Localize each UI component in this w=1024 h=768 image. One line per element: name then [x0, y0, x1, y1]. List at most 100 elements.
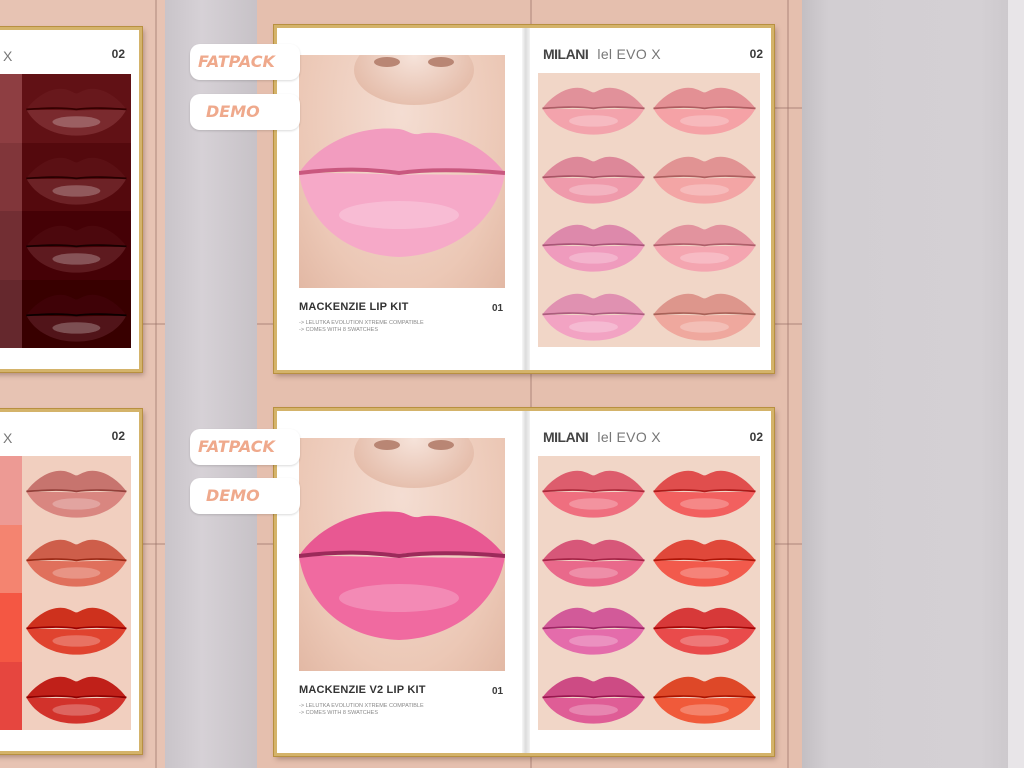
lip-swatch-icon [653, 470, 756, 518]
fatpack-tag-label: FATPACK [198, 52, 275, 71]
lip-swatch-icon [542, 156, 645, 204]
lip-swatch-icon [542, 539, 645, 587]
page-number-right: 02 [749, 430, 763, 444]
demo-tag-button[interactable]: DEMO [190, 94, 300, 130]
lip-swatch [538, 661, 649, 730]
lip-swatch [538, 278, 649, 347]
brand-tail: X [3, 430, 13, 446]
lip-swatch-icon [542, 607, 645, 655]
lip-swatch [22, 142, 131, 211]
brand-sep: lel [597, 46, 613, 62]
note-line: -> LELUTKA EVOLUTION XTREME COMPATIBLE [299, 320, 424, 326]
fatpack-tag-button[interactable]: FATPACK [190, 44, 300, 80]
page-number-left: 01 [492, 686, 504, 697]
lip-swatch [22, 593, 131, 662]
lip-swatch-cut [0, 456, 23, 525]
brand-line: EVO X [616, 46, 661, 62]
product-title: MACKENZIE LIP KIT [299, 301, 409, 313]
lip-swatch-icon [653, 224, 756, 272]
brand-line: EVO X [616, 429, 661, 445]
lip-swatch [538, 210, 649, 279]
lip-swatch-icon [542, 224, 645, 272]
board-spine [522, 28, 530, 370]
demo-tag-label: DEMO [206, 486, 260, 505]
lip-swatch-icon [26, 157, 127, 205]
product-notes: -> LELUTKA EVOLUTION XTREME COMPATIBLE -… [299, 320, 424, 334]
lip-swatch [649, 593, 760, 662]
lip-swatch [538, 456, 649, 525]
lip-swatch [649, 278, 760, 347]
lip-swatch-cut [0, 279, 23, 348]
lip-swatch [538, 141, 649, 210]
lip-swatch [649, 661, 760, 730]
lip-swatch-cut [0, 74, 23, 143]
lip-swatch-icon [653, 156, 756, 204]
page-number-left: 01 [492, 303, 504, 314]
lip-swatch-icon [653, 293, 756, 341]
lip-swatch [22, 279, 131, 348]
product-title: MACKENZIE V2 LIP KIT [299, 684, 426, 696]
page-number-right: 02 [749, 47, 763, 61]
swatch-grid [0, 456, 131, 730]
swatch-grid [538, 456, 760, 730]
note-line: -> COMES WITH 8 SWATCHES [299, 710, 378, 716]
hero-lip-icon [299, 128, 505, 257]
lip-swatch [22, 211, 131, 280]
lip-swatch-icon [26, 539, 127, 587]
vendor-board-partial-top[interactable]: 02 X [0, 27, 142, 372]
vendor-board-mackenzie[interactable]: MACKENZIE LIP KIT 01 -> LELUTKA EVOLUTIO… [274, 25, 774, 373]
fatpack-tag-label: FATPACK [198, 437, 275, 456]
lip-swatch [649, 73, 760, 142]
lip-swatch [22, 524, 131, 593]
lip-swatch-icon [653, 676, 756, 724]
brand-sep: lel [597, 429, 613, 445]
lip-swatch-icon [26, 676, 127, 724]
lip-swatch [22, 456, 131, 525]
right-wall [802, 0, 1024, 768]
lip-swatch-cut [0, 142, 23, 211]
lip-swatch-icon [653, 607, 756, 655]
demo-tag-button[interactable]: DEMO [190, 478, 300, 514]
lip-swatch-icon [542, 470, 645, 518]
hero-lip-image [299, 55, 505, 288]
fatpack-tag-button[interactable]: FATPACK [190, 429, 300, 465]
brand-header: MILANI lel EVO X [543, 46, 661, 62]
swatch-grid [538, 73, 760, 347]
note-line: -> LELUTKA EVOLUTION XTREME COMPATIBLE [299, 703, 424, 709]
demo-tag-label: DEMO [206, 102, 260, 121]
product-notes: -> LELUTKA EVOLUTION XTREME COMPATIBLE -… [299, 703, 424, 717]
lip-swatch-icon [542, 676, 645, 724]
lip-swatch [22, 74, 131, 143]
lip-swatch-icon [26, 88, 127, 136]
lip-swatch [649, 524, 760, 593]
right-wall-strip [1008, 0, 1024, 768]
brand-tail: X [3, 48, 13, 64]
lip-swatch-icon [653, 87, 756, 135]
note-line: -> COMES WITH 8 SWATCHES [299, 327, 378, 333]
lip-swatch-icon [653, 539, 756, 587]
lip-swatch-cut [0, 524, 23, 593]
lip-swatch [22, 661, 131, 730]
lip-swatch-cut [0, 593, 23, 662]
lip-swatch-icon [26, 225, 127, 273]
board-spine [522, 411, 530, 753]
lip-swatch-cut [0, 661, 23, 730]
hero-lip-icon [299, 511, 505, 640]
right-page: MILANI lel EVO X 02 [531, 411, 771, 751]
hero-lip-image [299, 438, 505, 671]
lip-swatch-icon [542, 87, 645, 135]
page-number: 02 [111, 47, 125, 61]
lip-swatch-icon [26, 607, 127, 655]
vendor-board-mackenzie-v2[interactable]: MACKENZIE V2 LIP KIT 01 -> LELUTKA EVOLU… [274, 408, 774, 756]
brand-name: MILANI [543, 429, 589, 445]
lip-swatch [649, 456, 760, 525]
lip-swatch [649, 210, 760, 279]
brand-header: MILANI lel EVO X [543, 429, 661, 445]
lip-swatch [538, 524, 649, 593]
brand-name: MILANI [543, 46, 589, 62]
lip-swatch [538, 73, 649, 142]
vendor-board-partial-bottom[interactable]: 02 X [0, 409, 142, 754]
swatch-grid [0, 74, 131, 348]
lip-swatch [538, 593, 649, 662]
page-number: 02 [111, 429, 125, 443]
